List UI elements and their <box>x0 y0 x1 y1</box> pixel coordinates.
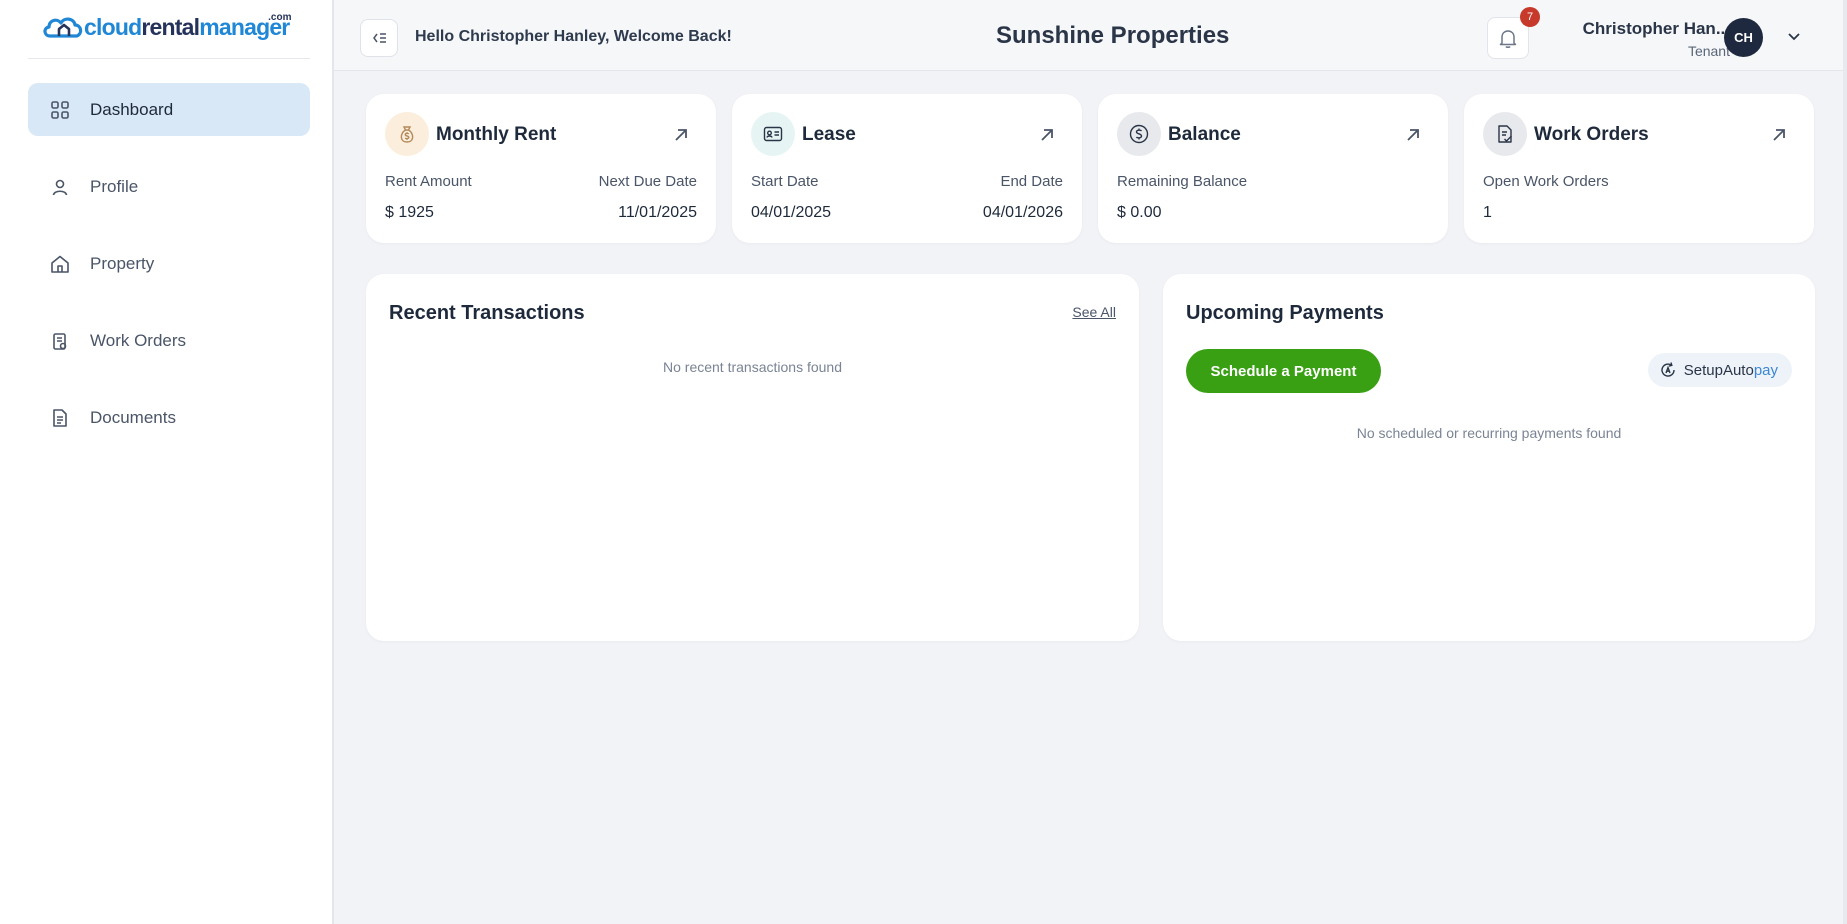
sidebar-divider <box>28 58 310 59</box>
rent-amount-value: $ 1925 <box>385 204 434 221</box>
avatar[interactable]: CH <box>1724 18 1763 57</box>
work-order-clipboard-icon <box>1483 112 1527 156</box>
sidebar-item-label: Documents <box>90 407 176 427</box>
cloud-logo-icon <box>43 17 83 38</box>
dollar-coin-icon <box>1117 112 1161 156</box>
next-due-date-value: 11/01/2025 <box>618 204 697 221</box>
sidebar-item-label: Property <box>90 253 155 273</box>
arrow-up-right-icon[interactable] <box>1038 126 1056 144</box>
arrow-up-right-icon[interactable] <box>1770 126 1788 144</box>
sidebar-item-profile[interactable]: Profile <box>28 160 310 213</box>
sidebar-item-work-orders[interactable]: Work Orders <box>28 314 310 367</box>
card-title: Work Orders <box>1534 124 1649 145</box>
money-bag-icon <box>385 112 429 156</box>
start-date-label: Start Date <box>751 173 819 190</box>
sidebar: cloudrentalmanager .com Dashboard Profil… <box>0 0 334 924</box>
schedule-payment-button[interactable]: Schedule a Payment <box>1186 349 1381 393</box>
panel-title: Upcoming Payments <box>1186 302 1384 324</box>
grid-icon <box>51 100 69 119</box>
id-card-icon <box>751 112 795 156</box>
lease-card: Lease Start Date End Date 04/01/2025 04/… <box>732 94 1082 243</box>
home-icon <box>51 255 69 273</box>
user-role: Tenant <box>1687 43 1730 59</box>
page-title: Sunshine Properties <box>996 22 1230 49</box>
end-date-label: End Date <box>1000 173 1063 190</box>
sidebar-item-dashboard[interactable]: Dashboard <box>28 83 310 136</box>
autopay-refresh-icon <box>1661 362 1675 377</box>
autopay-label-accent: pay <box>1753 361 1778 379</box>
top-bar: Hello Christopher Hanley, Welcome Back! … <box>334 0 1847 71</box>
logo-suffix: .com <box>268 12 292 23</box>
window-edge <box>1843 0 1847 924</box>
upcoming-payments-panel: Upcoming Payments Schedule a Payment Set… <box>1163 274 1815 641</box>
rent-amount-label: Rent Amount <box>385 173 472 190</box>
arrow-up-right-icon[interactable] <box>672 126 690 144</box>
see-all-link[interactable]: See All <box>1072 304 1116 320</box>
arrow-up-right-icon[interactable] <box>1404 126 1422 144</box>
bell-icon <box>1499 30 1517 48</box>
user-icon <box>52 179 68 195</box>
welcome-greeting: Hello Christopher Hanley, Welcome Back! <box>415 28 732 45</box>
monthly-rent-card: Monthly Rent Rent Amount Next Due Date $… <box>366 94 716 243</box>
brand-logo[interactable]: cloudrentalmanager .com <box>42 12 292 40</box>
next-due-date-label: Next Due Date <box>598 173 697 190</box>
work-orders-card: Work Orders Open Work Orders 1 <box>1464 94 1814 243</box>
autopay-label-main: SetupAuto <box>1683 361 1754 379</box>
card-title: Balance <box>1168 124 1241 145</box>
balance-card: Balance Remaining Balance $ 0.00 <box>1098 94 1448 243</box>
panel-title: Recent Transactions <box>389 302 585 324</box>
open-work-orders-value: 1 <box>1483 204 1492 221</box>
recent-transactions-panel: Recent Transactions See All No recent tr… <box>366 274 1139 641</box>
sidebar-item-label: Work Orders <box>90 330 187 350</box>
logo-text-rental: rental <box>141 14 200 40</box>
collapse-menu-icon <box>373 33 386 43</box>
sidebar-nav: Dashboard Profile Property Work Orders D… <box>28 83 310 468</box>
logo-text-cloud: cloud <box>84 14 142 40</box>
setup-autopay-button[interactable]: SetupAuto pay <box>1647 353 1792 387</box>
start-date-value: 04/01/2025 <box>751 204 832 221</box>
notification-count-badge: 7 <box>1520 7 1540 27</box>
card-title: Monthly Rent <box>436 124 557 145</box>
document-icon <box>53 408 67 427</box>
sidebar-item-label: Dashboard <box>90 99 174 119</box>
sidebar-toggle-button[interactable] <box>360 19 398 57</box>
remaining-balance-value: $ 0.00 <box>1117 204 1162 221</box>
empty-transactions-message: No recent transactions found <box>663 359 842 375</box>
sidebar-item-documents[interactable]: Documents <box>28 391 310 444</box>
remaining-balance-label: Remaining Balance <box>1117 173 1248 190</box>
sidebar-item-property[interactable]: Property <box>28 237 310 290</box>
clipboard-icon <box>53 332 67 350</box>
chevron-down-icon[interactable] <box>1786 28 1802 44</box>
user-name[interactable]: Christopher Han... <box>1583 19 1730 39</box>
empty-payments-message: No scheduled or recurring payments found <box>1356 425 1622 441</box>
sidebar-item-label: Profile <box>90 176 139 196</box>
card-title: Lease <box>802 124 856 145</box>
logo-text: cloudrentalmanager <box>84 14 290 40</box>
open-work-orders-label: Open Work Orders <box>1483 173 1609 190</box>
end-date-value: 04/01/2026 <box>982 204 1063 221</box>
